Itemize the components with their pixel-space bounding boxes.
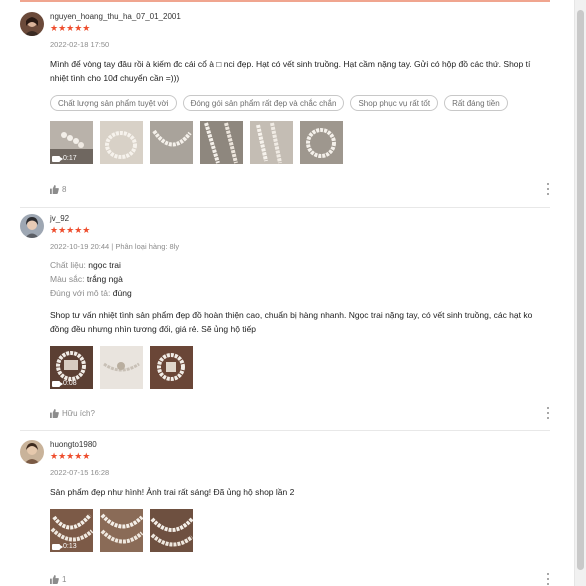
scrollbar[interactable] — [574, 0, 586, 586]
review-tag: Đóng gói sản phẩm rất đẹp và chắc chắn — [182, 95, 345, 111]
review-divider — [20, 430, 550, 431]
avatar[interactable] — [20, 440, 44, 464]
attribute-value: ngọc trai — [88, 260, 121, 270]
review-tag: Rất đáng tiền — [444, 95, 508, 111]
review-video-thumbnail[interactable]: 0:13 — [50, 509, 93, 552]
review-username[interactable]: huongto1980 — [50, 440, 550, 450]
review-photo[interactable] — [200, 121, 243, 164]
review-text: Shop tư vấn nhiệt tình sản phẩm đẹp đồ h… — [50, 310, 533, 334]
video-duration: 0:17 — [63, 155, 77, 162]
review-tags: Chất lượng sản phẩm tuyệt vời Đóng gói s… — [50, 95, 550, 111]
more-options-icon[interactable] — [546, 573, 550, 585]
review-media: 0:08 — [50, 346, 550, 389]
more-options-icon[interactable] — [546, 183, 550, 195]
review-meta: 2022-10-19 20:44 | Phân loại hàng: 8ly — [50, 242, 180, 251]
thumbs-up-icon — [50, 574, 59, 584]
video-duration: 0:08 — [63, 380, 77, 387]
top-accent-line — [0, 0, 586, 4]
star-rating: ★★★★★ — [50, 451, 91, 461]
review-media: 0:17 — [50, 121, 550, 164]
thumbs-up-icon — [50, 408, 59, 418]
review-video-thumbnail[interactable]: 0:08 — [50, 346, 93, 389]
star-rating: ★★★★★ — [50, 225, 91, 235]
video-camera-icon — [52, 155, 63, 162]
like-count: 1 — [62, 574, 67, 584]
scrollbar-thumb[interactable] — [577, 10, 584, 570]
review-media: 0:13 — [50, 509, 550, 552]
video-badge: 0:17 — [52, 155, 77, 162]
video-camera-icon — [52, 380, 63, 387]
more-options-icon[interactable] — [546, 407, 550, 419]
review-photo[interactable] — [150, 509, 193, 552]
video-badge: 0:08 — [52, 380, 77, 387]
attribute-value: trắng ngà — [86, 274, 123, 284]
review-item: nguyen_hoang_thu_ha_07_01_2001 ★★★★★ 202… — [20, 12, 550, 208]
attribute-key: Đúng với mô tả: — [50, 288, 111, 298]
attribute-key: Màu sắc: — [50, 274, 85, 284]
like-button[interactable]: 1 — [50, 572, 66, 586]
review-photo[interactable] — [150, 346, 193, 389]
star-rating: ★★★★★ — [50, 23, 91, 33]
product-attributes: Chất liệu: ngọc trai Màu sắc: trắng ngà … — [50, 258, 550, 300]
helpful-label: Hữu ích? — [62, 408, 95, 418]
review-footer: 8 — [50, 182, 550, 196]
review-photo[interactable] — [100, 346, 143, 389]
review-meta: 2022-02-18 17:50 — [50, 40, 110, 49]
avatar[interactable] — [20, 214, 44, 238]
review-photo[interactable] — [250, 121, 293, 164]
attribute-key: Chất liệu: — [50, 260, 86, 270]
attribute-row: Đúng với mô tả: đúng — [50, 286, 550, 300]
attribute-row: Màu sắc: trắng ngà — [50, 272, 550, 286]
attribute-value: đúng — [112, 288, 132, 298]
review-photo[interactable] — [300, 121, 343, 164]
review-photo[interactable] — [150, 121, 193, 164]
review-username[interactable]: nguyen_hoang_thu_ha_07_01_2001 — [50, 12, 550, 22]
review-item: huongto1980 ★★★★★ 2022-07-15 16:28 Sản p… — [20, 440, 550, 586]
review-photo[interactable] — [100, 509, 143, 552]
review-meta: 2022-07-15 16:28 — [50, 468, 110, 477]
review-text: Sản phẩm đẹp như hình! Ảnh trai rất sáng… — [50, 487, 295, 497]
like-button[interactable]: Hữu ích? — [50, 406, 95, 420]
video-duration: 0:13 — [63, 543, 77, 550]
attribute-row: Chất liệu: ngọc trai — [50, 258, 550, 272]
video-camera-icon — [52, 543, 63, 550]
review-item: jv_92 ★★★★★ 2022-10-19 20:44 | Phân loại… — [20, 214, 550, 431]
review-tag: Chất lượng sản phẩm tuyệt vời — [50, 95, 177, 111]
review-username[interactable]: jv_92 — [50, 214, 550, 224]
review-video-thumbnail[interactable]: 0:17 — [50, 121, 93, 164]
review-divider — [20, 207, 550, 208]
review-footer: Hữu ích? — [50, 406, 550, 420]
review-footer: 1 — [50, 572, 550, 586]
review-tag: Shop phục vụ rất tốt — [350, 95, 439, 111]
like-count: 8 — [62, 184, 67, 194]
like-button[interactable]: 8 — [50, 182, 66, 196]
review-text: Mình để vòng tay đâu rồi à kiếm đc cái c… — [50, 59, 531, 83]
avatar[interactable] — [20, 12, 44, 36]
video-badge: 0:13 — [52, 543, 77, 550]
thumbs-up-icon — [50, 184, 59, 194]
review-photo[interactable] — [100, 121, 143, 164]
